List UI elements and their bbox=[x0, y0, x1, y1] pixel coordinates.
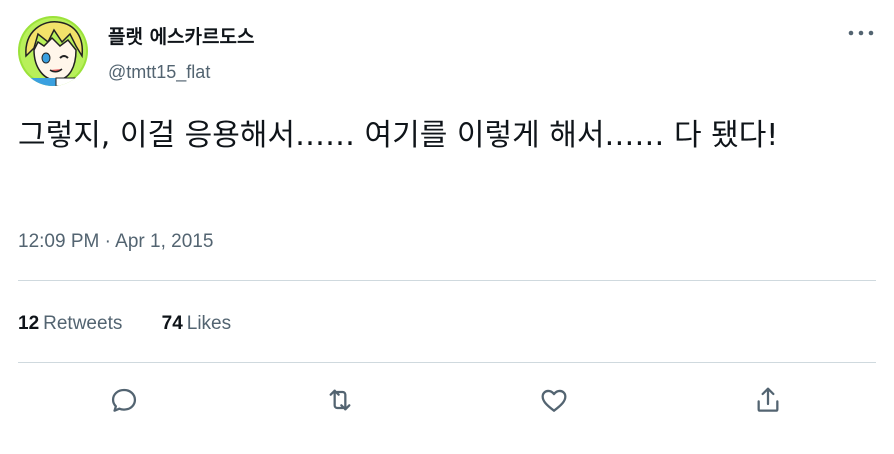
divider-top bbox=[18, 280, 876, 281]
avatar[interactable] bbox=[18, 16, 88, 86]
retweets-stat[interactable]: 12 Retweets bbox=[18, 312, 122, 336]
retweets-count: 12 bbox=[18, 313, 40, 334]
reply-icon bbox=[111, 388, 137, 412]
timestamp[interactable]: 12:09 PM · Apr 1, 2015 bbox=[18, 230, 213, 254]
tweet-text: 그렇지, 이걸 응용해서…… 여기를 이렇게 해서…… 다 됐다! bbox=[18, 118, 779, 153]
retweet-icon bbox=[329, 389, 351, 411]
like-icon bbox=[541, 389, 567, 412]
share-button[interactable] bbox=[750, 382, 786, 418]
likes-count: 74 bbox=[161, 313, 183, 334]
display-name[interactable]: 플랫 에스카르도스 bbox=[108, 25, 254, 49]
stats-row: 12 Retweets 74 Likes bbox=[18, 312, 265, 336]
divider-bottom bbox=[18, 362, 876, 363]
handle[interactable]: @tmtt15_flat bbox=[108, 60, 210, 84]
tweet-card: 플랫 에스카르도스 @tmtt15_flat 그렇지, 이걸 응용해서…… 여기… bbox=[0, 0, 894, 454]
likes-label: Likes bbox=[186, 313, 232, 334]
retweets-label: Retweets bbox=[43, 313, 123, 334]
retweet-button[interactable] bbox=[322, 382, 358, 418]
share-icon bbox=[757, 387, 779, 412]
more-dots-icon bbox=[848, 30, 874, 36]
likes-stat[interactable]: 74 Likes bbox=[162, 312, 232, 336]
avatar-image bbox=[18, 16, 88, 86]
like-button[interactable] bbox=[536, 382, 572, 418]
reply-button[interactable] bbox=[106, 382, 142, 418]
more-button[interactable] bbox=[846, 22, 876, 44]
